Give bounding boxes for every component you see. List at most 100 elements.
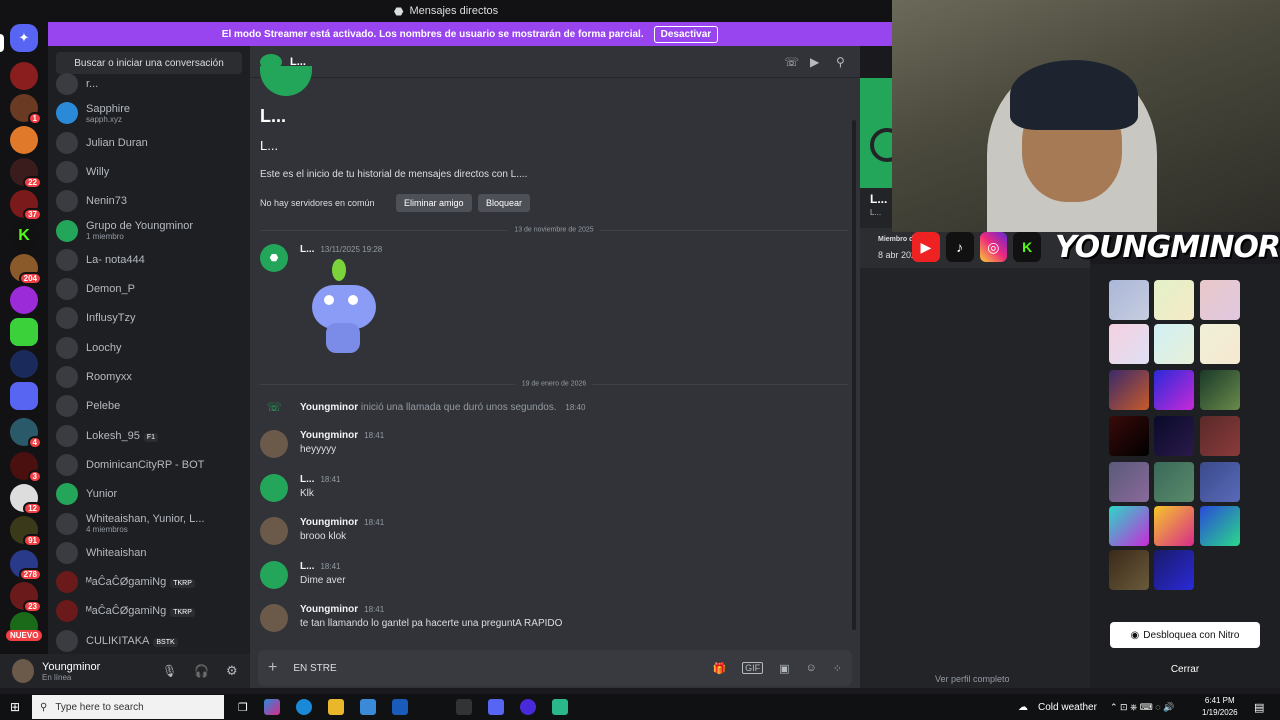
server-icon[interactable] <box>10 62 38 90</box>
discord-taskbar-icon[interactable] <box>487 699 504 715</box>
dm-item[interactable]: ᴹaĈaĈØgamiNg TKRP <box>56 597 242 625</box>
dm-item[interactable]: Demon_P <box>56 275 242 303</box>
file-explorer-icon[interactable] <box>327 699 344 715</box>
dm-item[interactable]: Lokesh_95 F1 <box>56 422 242 450</box>
call-author[interactable]: Youngminor <box>300 402 358 413</box>
server-icon[interactable]: 22 <box>10 158 42 189</box>
server-icon[interactable]: 12 <box>10 484 42 515</box>
kick-server-icon[interactable]: K <box>10 222 38 250</box>
emoji-icon[interactable]: ☺ <box>806 662 817 674</box>
dm-item[interactable]: Willy <box>56 158 242 186</box>
server-icon[interactable] <box>10 126 38 154</box>
task-view-icon[interactable]: ❐ <box>238 701 248 714</box>
app-icon[interactable] <box>519 699 536 715</box>
server-icon[interactable] <box>10 286 38 314</box>
avatar[interactable]: ⬣ <box>260 244 288 272</box>
add-attachment-icon[interactable]: + <box>268 659 277 677</box>
pin-icon[interactable]: ⚲ <box>836 55 845 69</box>
apps-icon[interactable]: ⁘ <box>833 662 842 675</box>
dm-item[interactable]: CULIKITAKA BSTK <box>56 627 242 654</box>
server-icon[interactable]: 4 <box>10 418 42 449</box>
notifications-icon[interactable]: ▤ <box>1254 701 1264 714</box>
home-button[interactable]: ✦ <box>10 24 38 52</box>
theme-swatch[interactable] <box>1200 370 1240 410</box>
message-author[interactable]: L... <box>300 244 314 255</box>
theme-swatch[interactable] <box>1200 416 1240 456</box>
theme-swatch[interactable] <box>1200 324 1240 364</box>
dm-item[interactable]: Sapphire sapph.xyz <box>56 99 242 127</box>
gear-icon[interactable]: ⚙ <box>226 663 250 679</box>
close-button[interactable]: Cerrar <box>1110 658 1260 680</box>
windows-start-icon[interactable]: ⊞ <box>10 700 20 714</box>
theme-swatch[interactable] <box>1109 416 1149 456</box>
message-author[interactable]: L... <box>300 474 314 485</box>
dm-item[interactable]: Loochy <box>56 334 242 362</box>
system-tray-icons[interactable]: ⌃ ⊡ ⎈ ⌨ ◌ 🔊 <box>1110 702 1174 713</box>
sticker-icon[interactable]: ▣ <box>779 662 789 675</box>
avatar[interactable] <box>12 659 34 683</box>
taskbar-search[interactable]: ⚲ Type here to search <box>32 695 224 719</box>
server-icon[interactable]: 37 <box>10 190 42 221</box>
server-icon[interactable] <box>10 382 38 410</box>
server-icon[interactable] <box>10 350 38 378</box>
theme-swatch[interactable] <box>1109 462 1149 502</box>
voice-call-icon[interactable]: ☏ <box>784 55 799 69</box>
capcut-icon[interactable] <box>455 699 472 715</box>
dm-item[interactable]: InflusyTzy <box>56 304 242 332</box>
message-author[interactable]: Youngminor <box>300 604 358 615</box>
dm-item[interactable]: Julian Duran <box>56 129 242 157</box>
dm-item[interactable]: La- nota444 <box>56 246 242 274</box>
dm-item[interactable]: Nenin73 <box>56 187 242 215</box>
theme-swatch[interactable] <box>1154 324 1194 364</box>
theme-swatch[interactable] <box>1200 462 1240 502</box>
theme-swatch[interactable] <box>1200 280 1240 320</box>
weather-text[interactable]: Cold weather <box>1038 702 1097 713</box>
theme-swatch[interactable] <box>1109 506 1149 546</box>
gif-icon[interactable]: GIF <box>742 662 764 674</box>
message-author[interactable]: Youngminor <box>300 430 358 441</box>
dm-item[interactable]: r... <box>56 70 242 98</box>
message-author[interactable]: L... <box>300 561 314 572</box>
dm-item[interactable]: Roomyxx <box>56 363 242 391</box>
dm-item[interactable]: Whiteaishan <box>56 539 242 567</box>
dm-item[interactable]: Grupo de Youngminor 1 miembro <box>56 217 242 245</box>
app-icon[interactable] <box>551 699 568 715</box>
copilot-icon[interactable] <box>263 699 280 715</box>
theme-swatch[interactable] <box>1154 462 1194 502</box>
message-input[interactable]: EN STRE <box>293 663 696 674</box>
video-call-icon[interactable]: ▶ <box>810 55 819 69</box>
avatar[interactable] <box>260 473 288 502</box>
avatar[interactable] <box>260 517 288 545</box>
theme-swatch[interactable] <box>1154 280 1194 320</box>
unlock-nitro-button[interactable]: ◉ Desbloquea con Nitro <box>1110 622 1260 648</box>
server-icon[interactable]: 278 <box>10 550 42 581</box>
remove-friend-button[interactable]: Eliminar amigo <box>396 194 472 212</box>
server-icon[interactable]: 1 <box>10 94 42 125</box>
disable-streamer-button[interactable]: Desactivar <box>653 25 719 43</box>
store-icon[interactable] <box>359 699 376 715</box>
server-icon[interactable] <box>10 318 38 346</box>
theme-swatch[interactable] <box>1154 506 1194 546</box>
theme-swatch[interactable] <box>1154 550 1194 590</box>
message-author[interactable]: Youngminor <box>300 517 358 528</box>
dm-item[interactable]: Yunior <box>56 480 242 508</box>
theme-swatch[interactable] <box>1109 280 1149 320</box>
server-icon[interactable]: 23 <box>10 582 42 613</box>
view-full-profile-link[interactable]: Ver perfil completo <box>935 674 1010 684</box>
theme-swatch[interactable] <box>1154 416 1194 456</box>
tiktok-app-icon[interactable] <box>423 699 440 715</box>
server-icon[interactable]: 91 <box>10 516 42 547</box>
theme-swatch[interactable] <box>1200 506 1240 546</box>
server-icon[interactable]: 3 <box>10 452 42 483</box>
avatar[interactable] <box>260 430 288 458</box>
edge-icon[interactable] <box>295 699 312 715</box>
server-icon[interactable]: 204 <box>10 254 42 285</box>
headphones-icon[interactable]: 🎧 <box>194 664 218 678</box>
clock[interactable]: 6:41 PM 1/19/2026 <box>1202 695 1238 719</box>
theme-swatch[interactable] <box>1109 324 1149 364</box>
chat-scrollbar[interactable] <box>852 120 856 630</box>
dm-item[interactable]: ᴹaĈaĈØgamiNg TKRP <box>56 568 242 596</box>
block-button[interactable]: Bloquear <box>478 194 531 212</box>
avatar[interactable] <box>260 604 288 632</box>
theme-swatch[interactable] <box>1154 370 1194 410</box>
